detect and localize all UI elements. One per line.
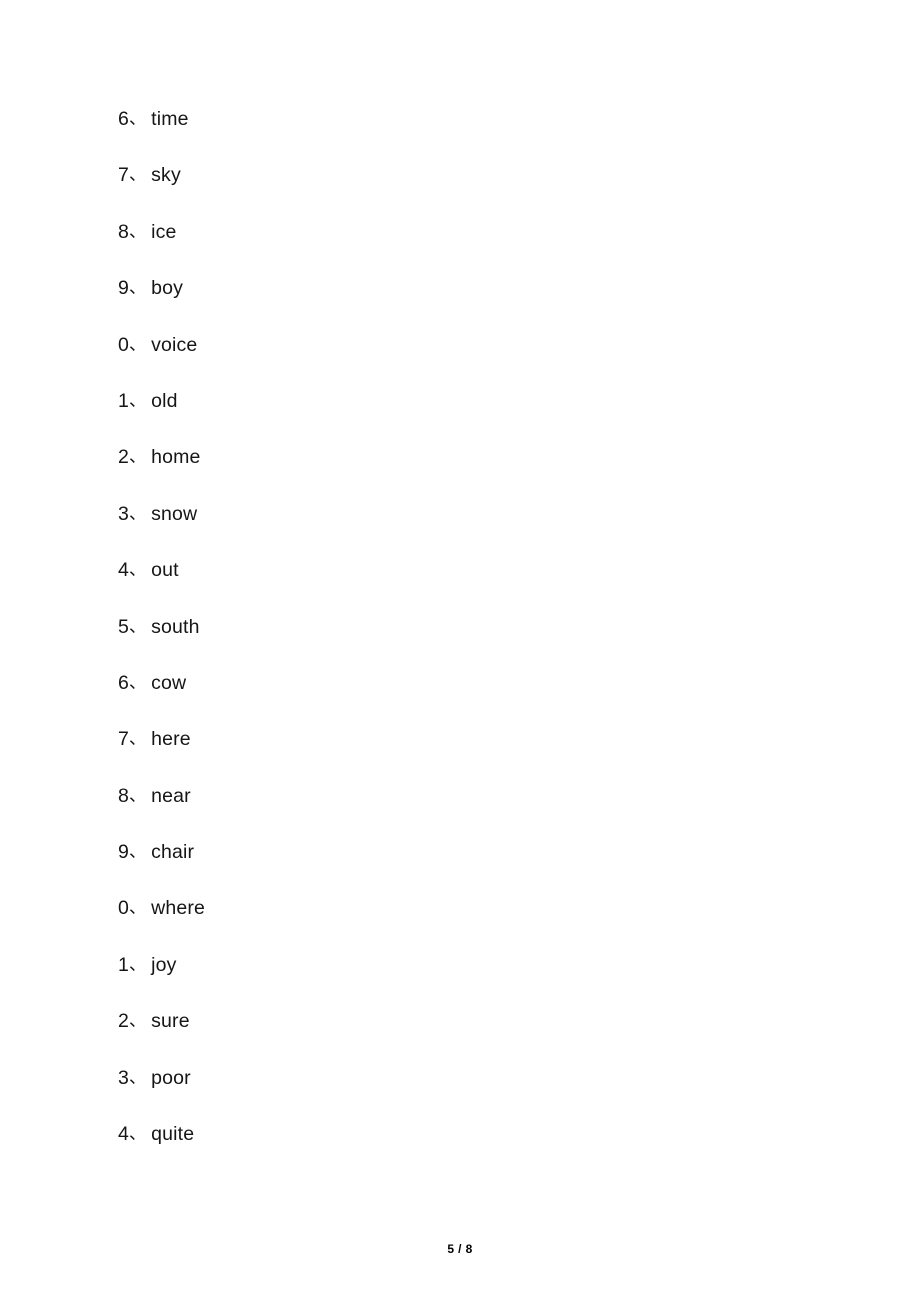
list-item-word: old (151, 389, 178, 412)
enumeration-mark: 、 (129, 898, 147, 918)
enumeration-mark: 、 (129, 165, 147, 185)
list-item-word: south (151, 615, 200, 638)
list-item-word: where (151, 897, 206, 920)
list-item: 3、 poor (118, 1063, 818, 1119)
enumeration-mark: 、 (129, 785, 147, 805)
list-item-index: 6 (118, 671, 129, 694)
list-item-index: 4 (118, 1123, 129, 1146)
list-item-word: voice (151, 333, 198, 356)
list-item-index: 2 (118, 1010, 129, 1033)
list-item-index: 3 (118, 502, 129, 525)
list-item-index: 1 (118, 953, 129, 976)
list-item-word: sky (151, 164, 181, 187)
list-item: 1、 joy (118, 950, 818, 1006)
enumeration-mark: 、 (129, 1067, 147, 1087)
list-item: 8、 near (118, 781, 818, 837)
list-item: 5、 south (118, 612, 818, 668)
enumeration-mark: 、 (129, 560, 147, 580)
list-item: 9、 boy (118, 273, 818, 329)
list-item-word: chair (151, 841, 195, 864)
list-item: 4、 quite (118, 1119, 818, 1175)
list-item-index: 7 (118, 728, 129, 751)
list-item-index: 9 (118, 277, 129, 300)
list-item: 7、 here (118, 724, 818, 780)
list-item: 6、 cow (118, 668, 818, 724)
list-item: 6、 time (118, 104, 818, 160)
document-page: 6、 time 7、 sky 8、 ice 9、 boy 0、 voice 1、 old 2、 home 3… (0, 0, 920, 1303)
page-number: 5 / 8 (447, 1242, 473, 1256)
list-item-index: 6 (118, 108, 129, 130)
list-item-index: 3 (118, 1066, 129, 1089)
enumeration-mark: 、 (129, 1124, 147, 1144)
list-item: 3、 snow (118, 499, 818, 555)
list-item-index: 0 (118, 333, 129, 356)
enumeration-mark: 、 (129, 1011, 147, 1031)
list-item: 0、 where (118, 893, 818, 949)
word-list: 6、 time 7、 sky 8、 ice 9、 boy 0、 voice 1、 old 2、 home 3… (118, 104, 818, 1175)
enumeration-mark: 、 (129, 109, 147, 128)
enumeration-mark: 、 (129, 954, 147, 974)
enumeration-mark: 、 (129, 729, 147, 749)
list-item: 8、 ice (118, 217, 818, 273)
page-footer: 5 / 8 (0, 1240, 920, 1258)
list-item: 4、 out (118, 555, 818, 611)
list-item-index: 2 (118, 446, 129, 469)
enumeration-mark: 、 (129, 616, 147, 636)
enumeration-mark: 、 (129, 842, 147, 862)
list-item: 2、 home (118, 442, 818, 498)
list-item: 2、 sure (118, 1006, 818, 1062)
list-item: 1、 old (118, 386, 818, 442)
list-item-word: snow (151, 502, 198, 525)
list-item-word: quite (151, 1123, 195, 1146)
list-item: 7、 sky (118, 160, 818, 216)
enumeration-mark: 、 (129, 672, 147, 692)
enumeration-mark: 、 (129, 390, 147, 410)
list-item-index: 1 (118, 389, 129, 412)
list-item-index: 8 (118, 220, 129, 243)
enumeration-mark: 、 (129, 503, 147, 523)
list-item-index: 5 (118, 615, 129, 638)
list-item-word: near (151, 784, 191, 807)
list-item-word: sure (151, 1010, 190, 1033)
list-item: 0、 voice (118, 330, 818, 386)
list-item-word: out (151, 559, 179, 582)
list-item-word: joy (151, 953, 177, 976)
list-item-word: time (151, 108, 189, 130)
list-item-word: here (151, 728, 191, 751)
list-item-word: cow (151, 671, 187, 694)
list-item-index: 7 (118, 164, 129, 187)
enumeration-mark: 、 (129, 221, 147, 241)
list-item-index: 9 (118, 841, 129, 864)
enumeration-mark: 、 (129, 447, 147, 467)
list-item-index: 4 (118, 559, 129, 582)
list-item: 9、 chair (118, 837, 818, 893)
list-item-word: poor (151, 1066, 191, 1089)
list-item-word: boy (151, 277, 184, 300)
list-item-index: 0 (118, 897, 129, 920)
list-item-word: ice (151, 220, 177, 243)
enumeration-mark: 、 (129, 334, 147, 354)
enumeration-mark: 、 (129, 278, 147, 298)
list-item-word: home (151, 446, 201, 469)
list-item-index: 8 (118, 784, 129, 807)
